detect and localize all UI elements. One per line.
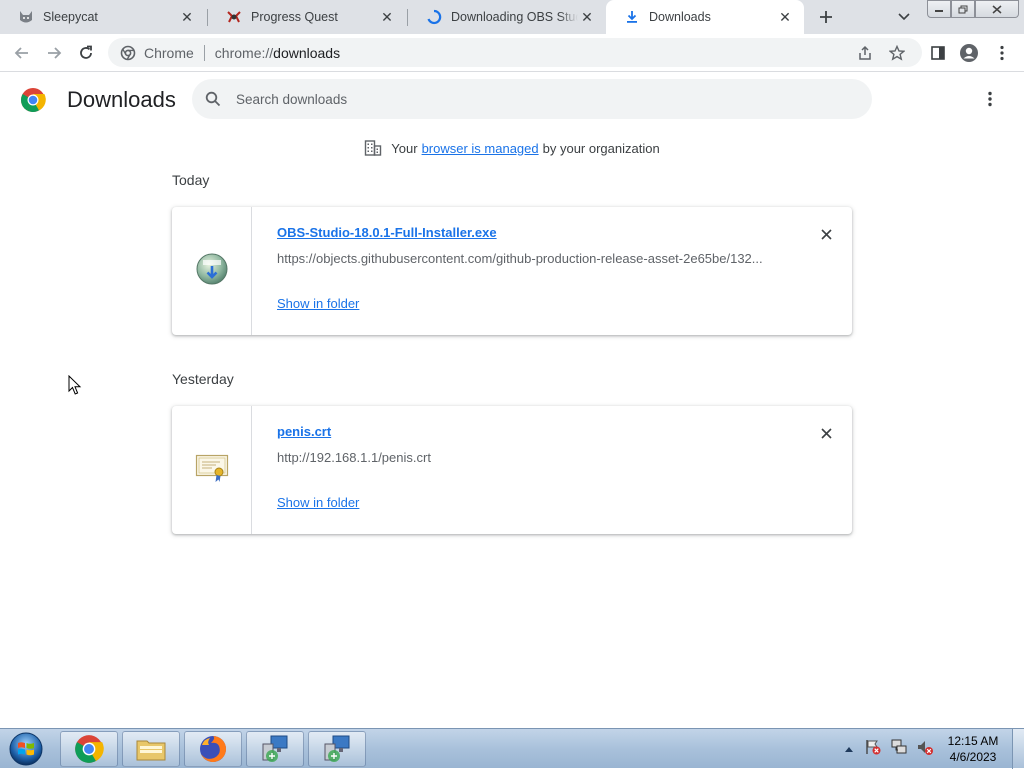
network-app-icon[interactable] [246,731,304,767]
volume-muted-icon[interactable] [916,738,934,761]
close-tab-icon[interactable]: ✕ [378,8,396,26]
tab-progress-quest[interactable]: Progress Quest ✕ [208,0,406,34]
show-hidden-icons-icon[interactable] [844,740,854,758]
browser-toolbar: Chrome chrome://downloads [0,34,1024,72]
forward-arrow-icon[interactable] [42,41,66,65]
progress-quest-icon [226,9,242,25]
share-icon[interactable] [856,44,874,62]
cat-icon [18,9,34,25]
network-app-icon[interactable] [308,731,366,767]
close-icon[interactable] [975,0,1019,18]
divider [203,44,205,61]
file-explorer-icon[interactable] [122,731,180,767]
tab-title: Downloads [649,10,711,24]
tab-strip: Sleepycat ✕ Progress Quest ✕ Downloading… [0,0,1024,34]
building-icon [364,139,382,157]
network-status-icon[interactable] [890,738,908,761]
date-header-yesterday: Yesterday [172,371,234,387]
address-bar[interactable]: Chrome chrome://downloads [108,38,922,67]
clock-date: 4/6/2023 [949,750,997,764]
action-center-flag-icon[interactable] [864,738,882,761]
show-desktop-button[interactable] [1012,729,1024,769]
site-label: Chrome [144,44,194,61]
tab-downloading-obs[interactable]: Downloading OBS Studio ✕ [408,0,606,34]
close-tab-icon[interactable]: ✕ [178,8,196,26]
back-arrow-icon[interactable] [10,41,34,65]
windows-taskbar: 12:15 AM 4/6/2023 [0,728,1024,769]
downloads-header: Downloads [0,73,1024,125]
certificate-icon [195,453,229,488]
file-icon-column [172,406,252,534]
profile-avatar-icon[interactable] [957,41,981,65]
system-clock[interactable]: 12:15 AM 4/6/2023 [940,733,1006,765]
show-in-folder-link[interactable]: Show in folder [277,495,359,510]
managed-suffix: by your organization [542,140,660,156]
side-panel-icon[interactable] [926,41,950,65]
tab-title: Progress Quest [251,10,338,24]
minimize-icon[interactable] [927,0,951,18]
download-item: penis.crt http://192.168.1.1/penis.crt S… [172,406,852,534]
remove-close-icon[interactable] [816,224,836,244]
search-input[interactable] [236,91,836,107]
page-title: Downloads [67,87,176,112]
clock-time: 12:15 AM [947,734,999,748]
reload-icon[interactable] [74,41,98,65]
remove-close-icon[interactable] [816,423,836,443]
windows-start-icon[interactable] [6,730,46,768]
firefox-icon[interactable] [184,731,242,767]
file-name-link[interactable]: penis.crt [277,424,331,439]
tab-title: Downloading OBS Studio [451,10,578,24]
tab-downloads[interactable]: Downloads ✕ [606,0,804,34]
date-header-today: Today [172,172,210,188]
bookmark-star-icon[interactable] [888,44,906,62]
chrome-logo-icon [20,87,46,113]
window-controls [927,0,1019,18]
url-scheme: chrome:// [214,44,274,61]
close-tab-icon[interactable]: ✕ [578,8,596,26]
tab-title: Sleepycat [43,10,98,24]
new-tab-button[interactable] [815,6,837,28]
file-source-url[interactable]: http://192.168.1.1/penis.crt [277,450,777,465]
download-item: OBS-Studio-18.0.1-Full-Installer.exe htt… [172,207,852,335]
search-icon [204,90,222,108]
file-icon-column [172,207,252,335]
more-actions-icon[interactable] [978,87,1002,111]
tab-sleepycat[interactable]: Sleepycat ✕ [0,0,206,34]
chrome-icon[interactable] [60,731,118,767]
url-text[interactable]: chrome://downloads [215,45,340,61]
browser-managed-link[interactable]: browser is managed [422,141,539,156]
chevron-down-icon[interactable] [894,7,914,27]
file-name-link[interactable]: OBS-Studio-18.0.1-Full-Installer.exe [277,225,497,240]
download-icon [624,9,640,25]
restore-icon[interactable] [951,0,975,18]
mouse-pointer-icon [68,374,82,401]
system-tray [844,729,934,769]
loading-spinner-icon [426,9,442,25]
installer-icon [196,253,228,290]
managed-prefix: Your [391,140,418,156]
url-path: downloads [273,44,341,61]
show-in-folder-link[interactable]: Show in folder [277,296,359,311]
chrome-site-icon[interactable] [120,45,136,61]
managed-notice: Your browser is managed by your organiza… [0,139,1024,157]
menu-kebab-icon[interactable] [990,41,1014,65]
file-source-url[interactable]: https://objects.githubusercontent.com/gi… [277,251,777,266]
search-downloads-box[interactable] [192,79,872,119]
close-tab-icon[interactable]: ✕ [776,8,794,26]
